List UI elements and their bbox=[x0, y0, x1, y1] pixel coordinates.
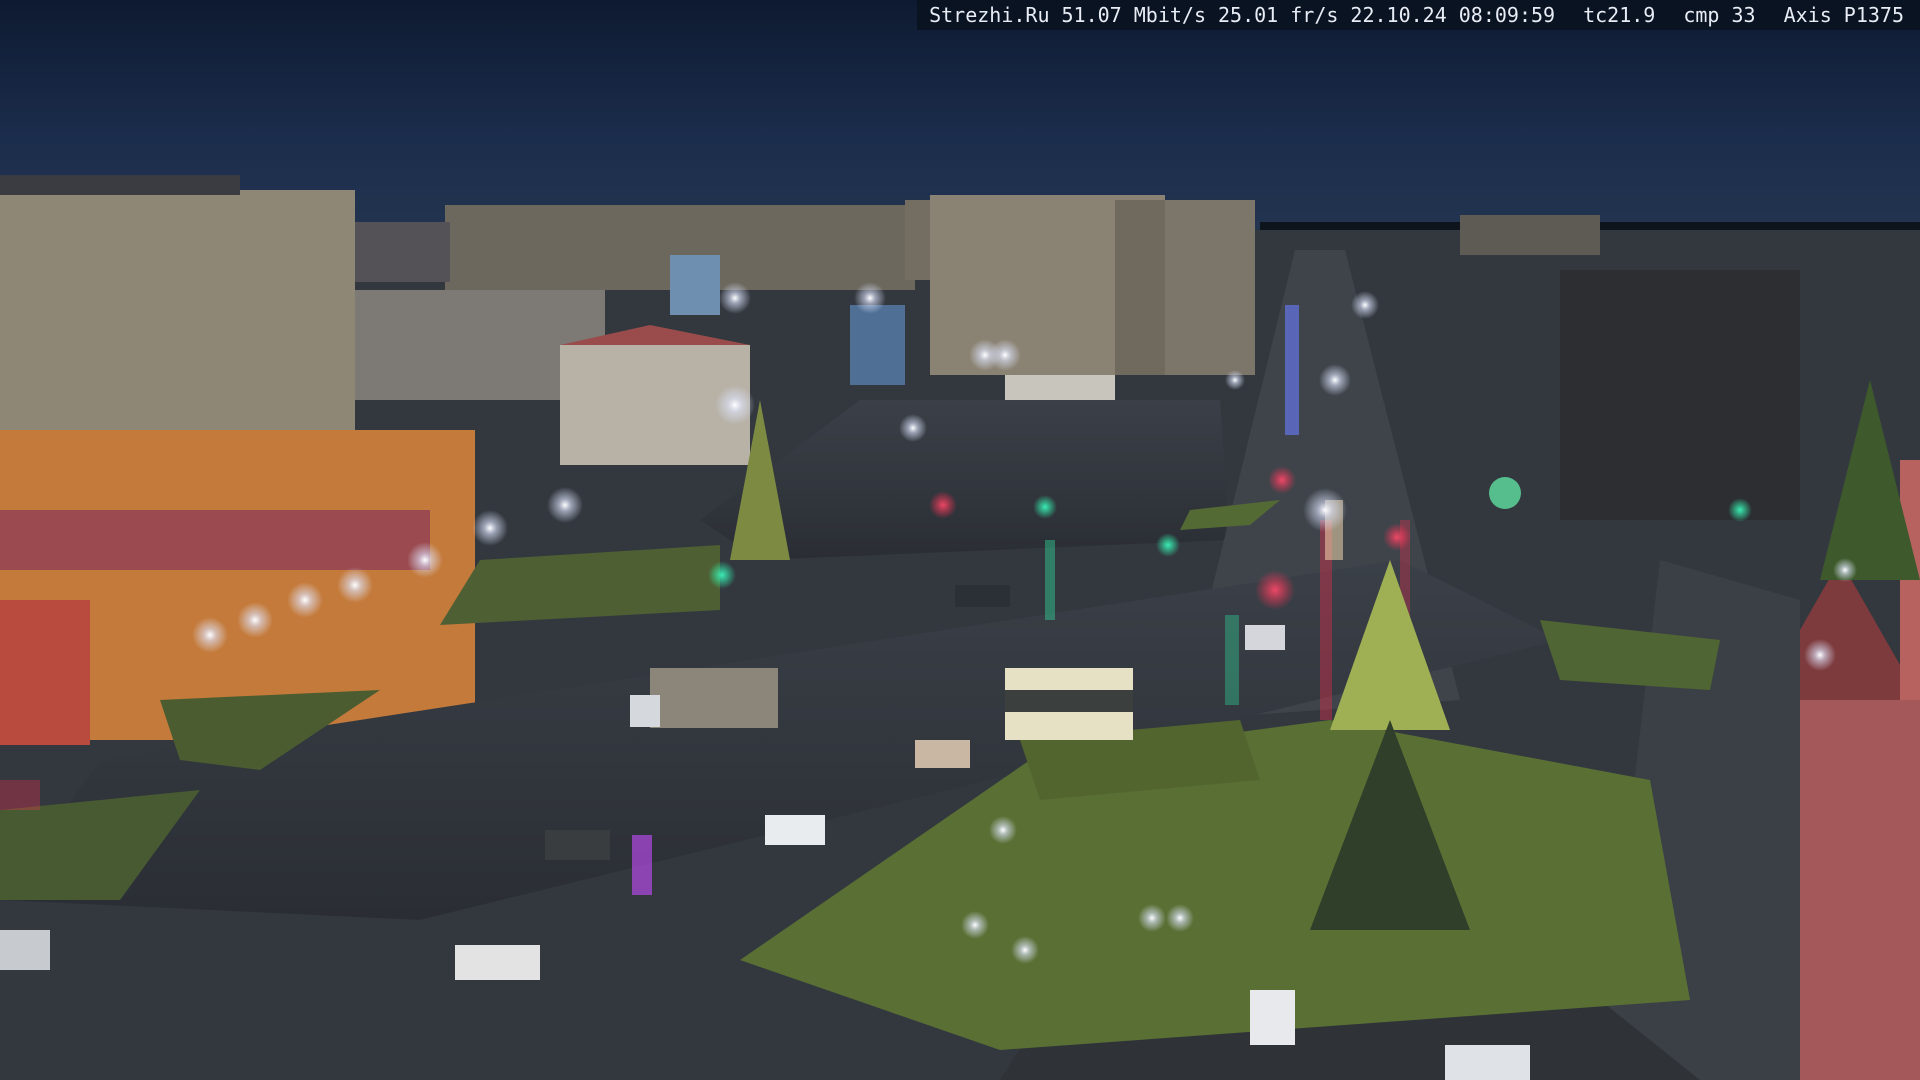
car bbox=[915, 740, 970, 768]
framerate: 25.01 fr/s bbox=[1218, 3, 1339, 27]
camera-info-overlay: Strezhi.Ru 51.07 Mbit/s 25.01 fr/s 22.10… bbox=[917, 0, 1920, 30]
car bbox=[545, 830, 610, 860]
date: 22.10.24 bbox=[1350, 3, 1447, 27]
truck bbox=[650, 668, 778, 728]
car bbox=[765, 815, 825, 845]
time: 08:09:59 bbox=[1458, 3, 1556, 27]
car bbox=[455, 945, 540, 980]
cmp-value: cmp 33 bbox=[1683, 3, 1756, 27]
site-name: Strezhi.Ru bbox=[929, 3, 1050, 27]
car bbox=[0, 930, 50, 970]
tc-value: tc21.9 bbox=[1583, 3, 1656, 27]
webcam-scene bbox=[0, 0, 1920, 1080]
car bbox=[1250, 990, 1295, 1045]
car bbox=[955, 585, 1010, 607]
car bbox=[1445, 1045, 1530, 1080]
car bbox=[1245, 625, 1285, 650]
bitrate: 51.07 Mbit/s bbox=[1061, 3, 1207, 27]
camera-model: Axis P1375 bbox=[1783, 3, 1904, 27]
